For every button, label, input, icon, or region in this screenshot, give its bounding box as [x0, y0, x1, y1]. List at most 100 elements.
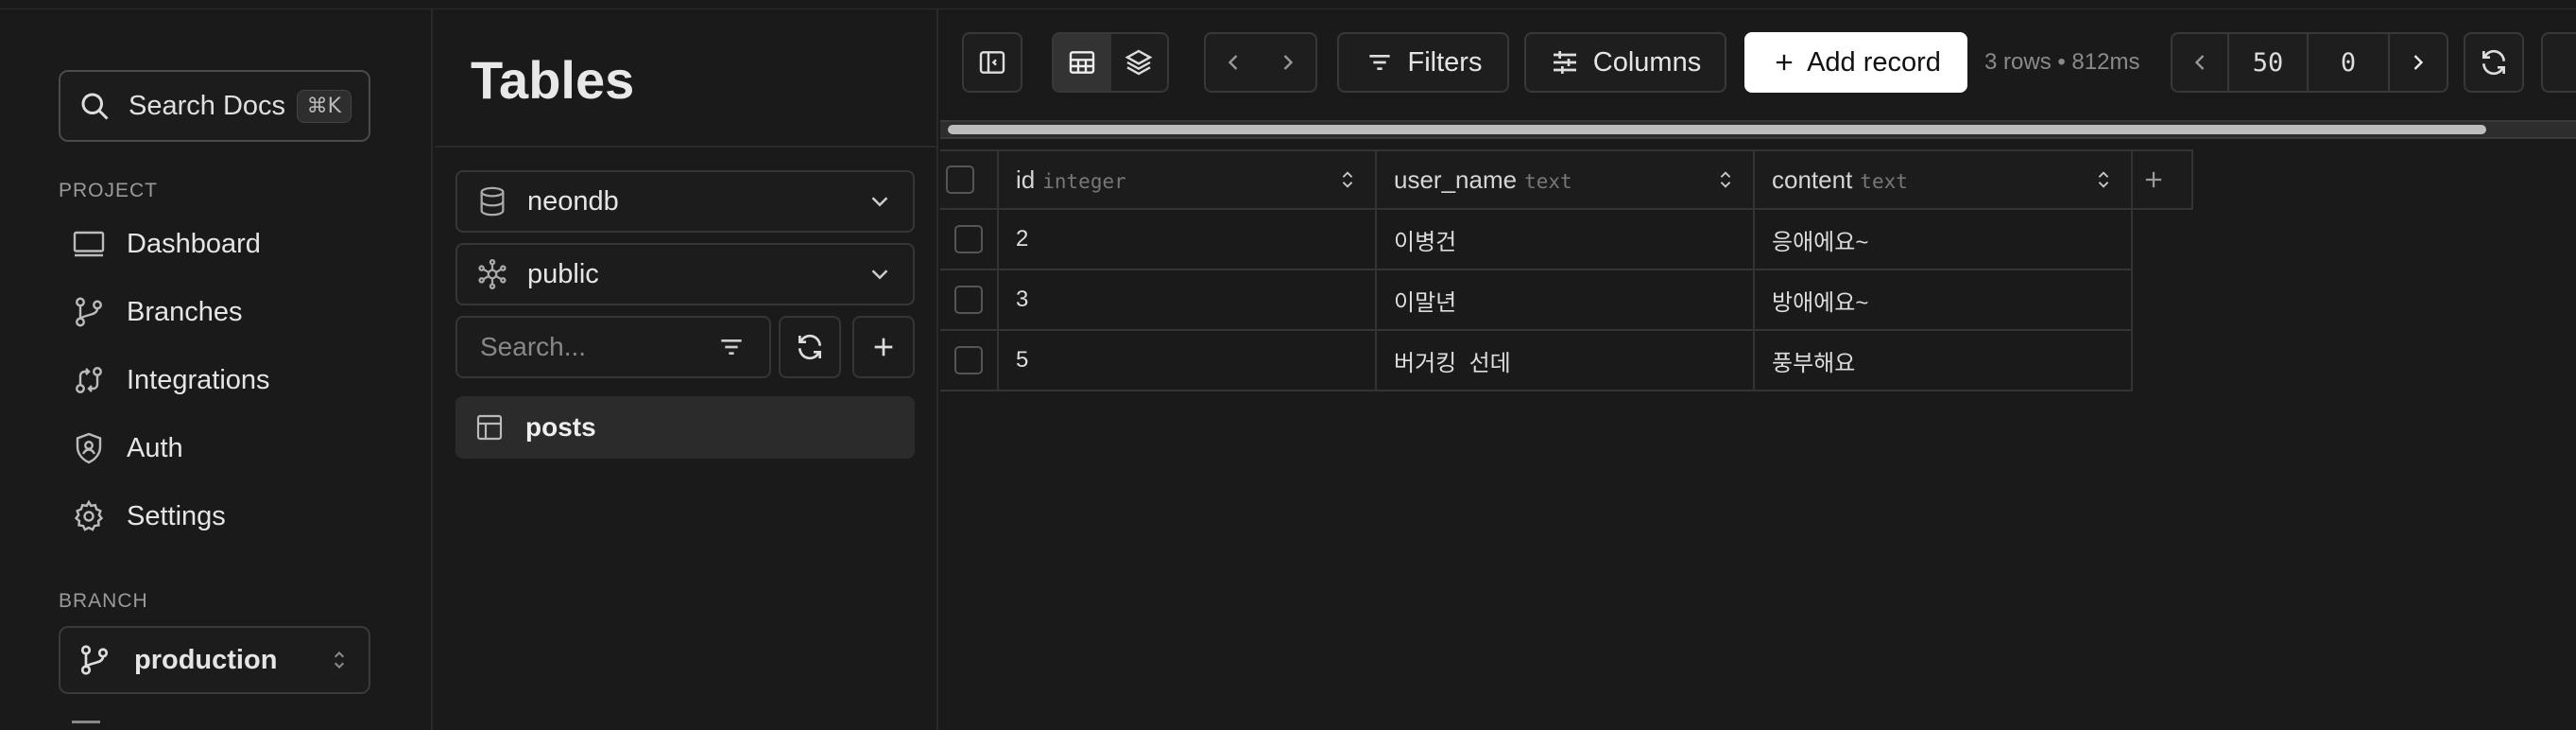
select-all-cell — [940, 149, 999, 210]
table-row[interactable]: 3 이말년 방애에요~ — [940, 270, 2193, 331]
horizontal-scrollbar[interactable] — [940, 120, 2576, 139]
add-column-button[interactable] — [2133, 149, 2193, 210]
sidebar-overflow-item — [72, 721, 100, 730]
page-title: Tables — [471, 50, 635, 110]
toggle-sidebar-button[interactable] — [962, 32, 1022, 93]
chevron-right-icon — [1283, 55, 1294, 70]
limit-value: 50 — [2252, 47, 2284, 78]
refresh-icon — [2482, 49, 2505, 76]
sidebar-toggle-icon — [979, 51, 1005, 74]
pagination: 50 0 — [2171, 32, 2448, 93]
columns-button[interactable]: Columns — [1524, 32, 1726, 93]
branch-select[interactable]: production — [59, 626, 370, 694]
cell-id[interactable]: 2 — [999, 210, 1377, 270]
grid-view-button[interactable] — [1054, 34, 1111, 91]
database-select-value: neondb — [527, 185, 619, 217]
column-name: content — [1772, 165, 1853, 194]
limit-input[interactable]: 50 — [2229, 34, 2309, 91]
cell-user-name[interactable]: 이병건 — [1377, 210, 1755, 270]
cell-user-name[interactable]: 버거킹 선데 — [1377, 331, 1755, 391]
chevron-down-icon — [871, 197, 888, 207]
chevron-left-icon — [2194, 55, 2205, 70]
back-button[interactable] — [1206, 34, 1261, 91]
plus-icon — [874, 338, 893, 356]
nav-item-settings[interactable]: Settings — [59, 487, 370, 546]
row-count-status: 3 rows • 812ms — [1984, 49, 2140, 75]
shield-user-icon — [76, 432, 102, 464]
schema-select[interactable]: public — [455, 243, 915, 305]
refresh-button[interactable] — [2464, 32, 2524, 93]
sort-icon[interactable] — [1715, 166, 1736, 193]
chevron-left-icon — [1228, 55, 1238, 70]
row-checkbox[interactable] — [954, 225, 983, 253]
nav-item-label: Settings — [127, 500, 226, 531]
search-docs-button[interactable]: Search Docs ⌘K — [59, 70, 370, 142]
grid-header-row: id integer user_name text content text — [940, 149, 2193, 210]
chevron-down-icon — [871, 269, 888, 280]
layers-icon — [1125, 49, 1153, 76]
branch-select-value: production — [134, 644, 278, 675]
nav-item-integrations[interactable]: Integrations — [59, 351, 370, 409]
plus-icon — [1776, 54, 1793, 71]
refresh-tables-button[interactable] — [779, 316, 841, 378]
filters-button[interactable]: Filters — [1337, 32, 1509, 93]
data-view: Filters Columns Add record 3 rows • 812m… — [940, 9, 2576, 730]
scrollbar-thumb[interactable] — [948, 125, 2486, 134]
cell-content[interactable]: 응애에요~ — [1755, 210, 2133, 270]
cell-content[interactable]: 풍부해요 — [1755, 331, 2133, 391]
column-header-id[interactable]: id integer — [999, 149, 1377, 210]
nav-item-label: Auth — [127, 432, 183, 463]
history-nav — [1204, 32, 1317, 93]
sort-icon[interactable] — [1337, 166, 1358, 193]
next-page-button[interactable] — [2390, 34, 2447, 91]
table-icon — [476, 414, 503, 441]
schema-select-value: public — [527, 258, 599, 289]
cell-user-name[interactable]: 이말년 — [1377, 270, 1755, 331]
cell-id[interactable]: 3 — [999, 270, 1377, 331]
select-all-checkbox[interactable] — [946, 165, 974, 194]
chevron-up-down-icon — [334, 651, 345, 669]
project-section-label: PROJECT — [59, 180, 159, 201]
nav-item-dashboard[interactable]: Dashboard — [59, 215, 370, 273]
nav-item-auth[interactable]: Auth — [59, 419, 370, 478]
schema-icon — [478, 258, 507, 290]
table-list-item-posts[interactable]: posts — [455, 396, 915, 459]
database-select[interactable]: neondb — [455, 170, 915, 233]
add-table-button[interactable] — [852, 316, 915, 378]
column-name: id — [1016, 165, 1036, 194]
row-checkbox[interactable] — [954, 346, 983, 374]
add-record-button[interactable]: Add record — [1744, 32, 1967, 93]
sidebar: Search Docs ⌘K PROJECT Dashboard Branche… — [0, 9, 433, 730]
columns-label: Columns — [1592, 46, 1702, 78]
sort-icon[interactable] — [2093, 166, 2114, 193]
filter-icon[interactable] — [716, 332, 747, 362]
nav-item-branches[interactable]: Branches — [59, 283, 370, 341]
add-record-label: Add record — [1807, 46, 1941, 78]
column-type: text — [1524, 169, 1572, 193]
cell-content[interactable]: 방애에요~ — [1755, 270, 2133, 331]
schema-view-button[interactable] — [1111, 34, 1167, 91]
offset-input[interactable]: 0 — [2309, 34, 2390, 91]
view-toggle — [1052, 32, 1169, 93]
row-select-cell — [940, 270, 999, 331]
prev-page-button[interactable] — [2172, 34, 2229, 91]
chevron-right-icon — [2413, 55, 2424, 70]
forward-button[interactable] — [1261, 34, 1315, 91]
integrations-icon — [76, 367, 102, 393]
nav-item-label: Dashboard — [127, 228, 261, 259]
column-header-user-name[interactable]: user_name text — [1377, 149, 1755, 210]
table-row[interactable]: 2 이병건 응애에요~ — [940, 210, 2193, 270]
overflow-button[interactable] — [2541, 32, 2576, 93]
column-type: integer — [1042, 169, 1126, 193]
column-header-content[interactable]: content text — [1755, 149, 2133, 210]
gear-icon — [74, 499, 104, 531]
row-select-cell — [940, 331, 999, 391]
table-name: posts — [525, 412, 596, 442]
table-search-input[interactable]: Search... — [455, 316, 771, 378]
column-type: text — [1860, 169, 1908, 193]
offset-value: 0 — [2340, 47, 2357, 78]
table-row[interactable]: 5 버거킹 선데 풍부해요 — [940, 331, 2193, 391]
plus-icon — [2145, 171, 2162, 188]
row-checkbox[interactable] — [954, 286, 983, 314]
cell-id[interactable]: 5 — [999, 331, 1377, 391]
